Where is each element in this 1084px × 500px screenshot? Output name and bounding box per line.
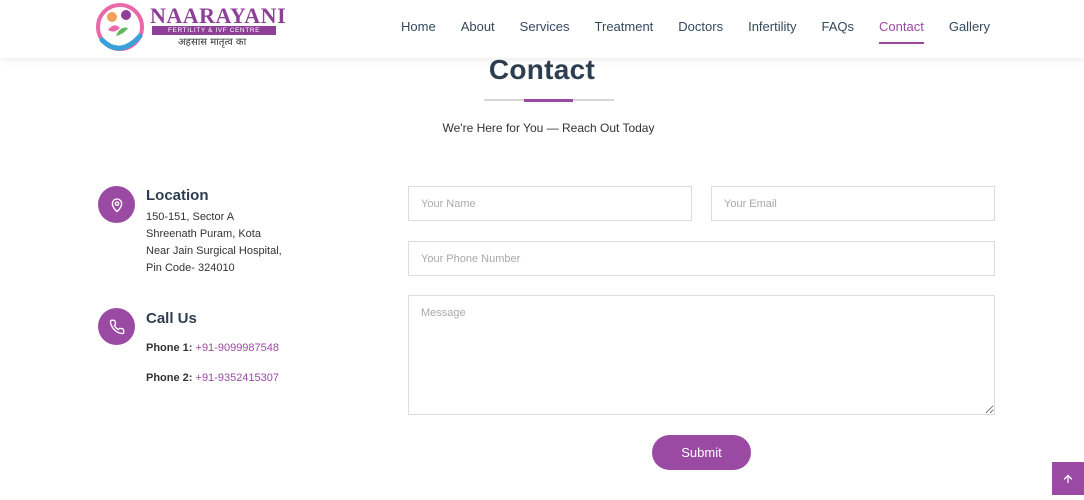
phone-1: Phone 1: +91-9099987548	[146, 342, 279, 354]
address-line: 150-151, Sector A	[146, 211, 235, 223]
address-line: Near Jain Surgical Hospital,	[146, 245, 282, 257]
page-title: Contact	[488, 54, 596, 85]
nav-faqs[interactable]: FAQs	[822, 13, 855, 40]
site-header: NAARAYANI FERTILITY & IVF CENTRE अहसास म…	[0, 0, 1084, 58]
phone-input[interactable]	[408, 241, 995, 276]
phone-1-label: Phone 1:	[146, 342, 193, 354]
logo-mark-icon	[96, 3, 144, 51]
phone-icon	[98, 308, 135, 345]
nav-contact[interactable]: Contact	[879, 13, 924, 44]
location-title: Location	[146, 187, 209, 204]
message-textarea[interactable]	[408, 295, 995, 415]
nav-infertility[interactable]: Infertility	[748, 13, 796, 40]
nav-services[interactable]: Services	[520, 13, 570, 40]
title-divider-accent	[524, 99, 573, 102]
map-pin-icon	[98, 186, 135, 223]
phone-2: Phone 2: +91-9352415307	[146, 372, 279, 384]
page-subtitle: We're Here for You — Reach Out Today	[442, 121, 655, 135]
call-title: Call Us	[146, 310, 197, 327]
nav-doctors[interactable]: Doctors	[678, 13, 723, 40]
nav-home[interactable]: Home	[401, 13, 436, 40]
phone-2-label: Phone 2:	[146, 372, 193, 384]
email-input[interactable]	[711, 186, 995, 221]
address-line: Pin Code- 324010	[146, 262, 235, 274]
brand-tagline: अहसास मातृत्व का	[178, 37, 247, 48]
nav-gallery[interactable]: Gallery	[949, 13, 990, 40]
name-input[interactable]	[408, 186, 692, 221]
phone-2-link[interactable]: +91-9352415307	[196, 372, 280, 384]
address: 150-151, Sector A Shreenath Puram, Kota …	[146, 209, 282, 277]
scroll-to-top-button[interactable]	[1052, 462, 1084, 495]
submit-button[interactable]: Submit	[652, 435, 751, 470]
brand-logo[interactable]: NAARAYANI FERTILITY & IVF CENTRE अहसास म…	[94, 0, 286, 54]
arrow-up-icon	[1063, 474, 1073, 483]
address-line: Shreenath Puram, Kota	[146, 228, 261, 240]
nav-about[interactable]: About	[461, 13, 495, 40]
nav-treatment[interactable]: Treatment	[595, 13, 654, 40]
main-nav: Home About Services Treatment Doctors In…	[388, 0, 1002, 52]
phone-1-link[interactable]: +91-9099987548	[196, 342, 280, 354]
